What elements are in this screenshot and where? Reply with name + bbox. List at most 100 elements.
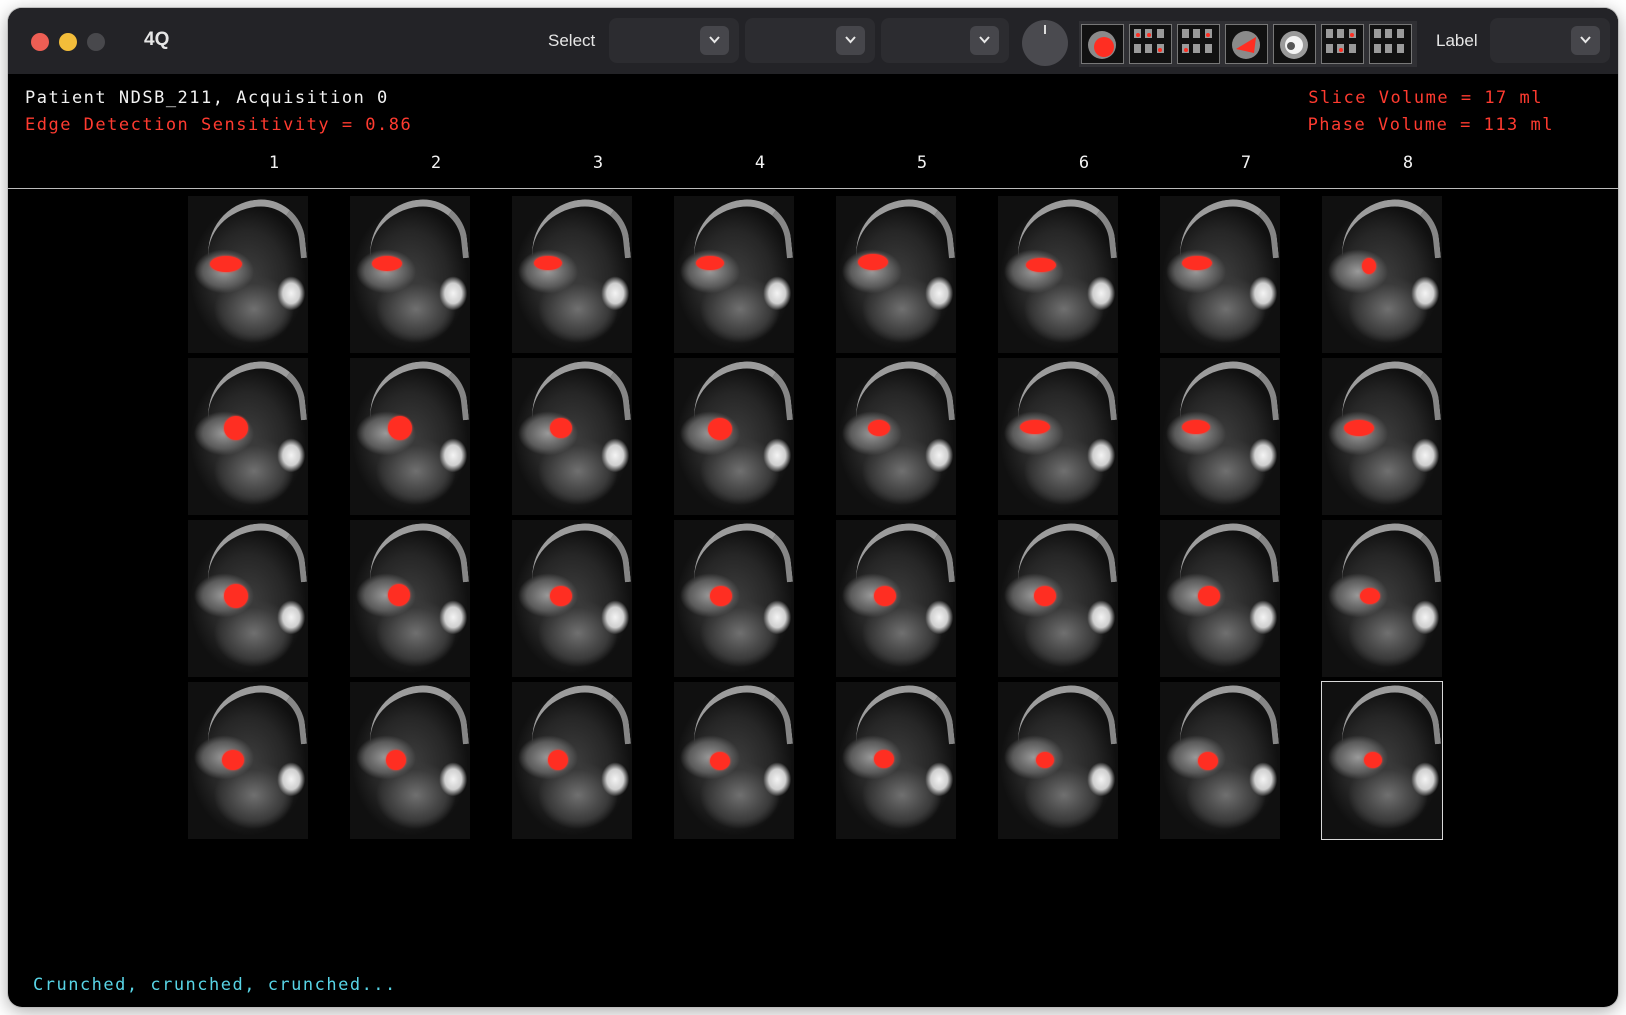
mri-slice-image[interactable] [512,682,632,839]
mri-slice-image[interactable] [1160,682,1280,839]
column-header: 3 [592,153,604,173]
mri-slice-image[interactable] [1321,681,1443,840]
column-header: 4 [754,153,766,173]
mri-slice-image[interactable] [998,196,1118,353]
slice-volume: Slice Volume = 17 ml [1308,88,1543,108]
column-header: 2 [430,153,442,173]
mri-slice-image[interactable] [350,358,470,515]
segmentation-overlay [534,256,562,270]
segmentation-overlay [1036,752,1054,768]
segmentation-overlay [550,586,572,606]
mri-slice-image[interactable] [1322,358,1442,515]
mri-slice-image[interactable] [1160,358,1280,515]
segmentation-overlay [708,418,732,440]
thumb-heart-white[interactable] [1273,24,1316,64]
phase-volume: Phase Volume = 113 ml [1307,115,1554,135]
zoom-button[interactable] [87,33,105,51]
mri-slice-image[interactable] [1322,520,1442,677]
app-title: 4Q [144,29,170,50]
column-header: 7 [1240,153,1252,173]
thumb-heart-red[interactable] [1081,24,1124,64]
column-header: 6 [1078,153,1090,173]
select-dropdown-3[interactable] [881,18,1009,63]
mri-slice-image[interactable] [674,682,794,839]
mri-slice-image[interactable] [350,682,470,839]
segmentation-overlay [388,416,412,440]
mri-slice-image[interactable] [674,358,794,515]
segmentation-overlay [1182,420,1210,434]
mri-slice-image[interactable] [1160,196,1280,353]
thumb-heart-red[interactable] [1225,24,1268,64]
sensitivity-info: Edge Detection Sensitivity = 0.86 [25,115,413,135]
segmentation-overlay [1026,258,1056,272]
label-dropdown[interactable] [1490,18,1610,63]
thumbnail-strip [1079,21,1417,67]
mri-slice-image[interactable] [998,358,1118,515]
segmentation-overlay [1182,256,1212,270]
column-header: 5 [916,153,928,173]
app-window: 4Q Select Label Patient NDSB_211, Acquis… [8,8,1618,1007]
select-dropdown-1[interactable] [609,18,739,63]
mri-slice-image[interactable] [998,682,1118,839]
chevron-down-icon [700,26,729,55]
thumb-grid[interactable] [1129,24,1172,64]
segmentation-overlay [386,750,406,770]
close-button[interactable] [31,33,49,51]
label-label: Label [1436,31,1478,50]
thumb-grid[interactable] [1177,24,1220,64]
mri-slice-image[interactable] [836,520,956,677]
mri-slice-image[interactable] [350,196,470,353]
segmentation-overlay [1364,752,1382,768]
segmentation-overlay [372,256,402,271]
chevron-down-icon [836,26,865,55]
segmentation-overlay [1034,586,1056,606]
mri-slice-image[interactable] [998,520,1118,677]
segmentation-overlay [710,752,730,770]
segmentation-overlay [550,418,572,438]
status-message: Crunched, crunched, crunched... [33,975,397,995]
segmentation-overlay [710,586,732,606]
mri-slice-image[interactable] [188,196,308,353]
segmentation-overlay [1198,752,1218,770]
segmentation-overlay [224,416,248,440]
segmentation-overlay [1198,586,1220,606]
mri-slice-image[interactable] [1160,520,1280,677]
knob-indicator [1044,25,1046,34]
mri-slice-image[interactable] [836,358,956,515]
column-header: 8 [1402,153,1414,173]
mri-slice-image[interactable] [674,520,794,677]
select-label: Select [548,31,596,50]
segmentation-overlay [1360,588,1380,604]
mri-slice-image[interactable] [188,358,308,515]
mri-slice-image[interactable] [188,682,308,839]
header-divider [8,188,1618,189]
mri-slice-image[interactable] [1322,196,1442,353]
segmentation-overlay [210,256,242,272]
mri-slice-image[interactable] [188,520,308,677]
mri-slice-image[interactable] [674,196,794,353]
title-bar: 4Q Select Label [8,8,1618,74]
segmentation-overlay [874,586,896,606]
segmentation-overlay [868,420,890,436]
mri-slice-image[interactable] [836,196,956,353]
segmentation-overlay [1362,258,1376,274]
mri-slice-image[interactable] [512,358,632,515]
thumb-grid[interactable] [1369,24,1412,64]
column-header: 1 [268,153,280,173]
chevron-down-icon [970,26,999,55]
chevron-down-icon [1571,26,1600,55]
rotation-knob[interactable] [1022,20,1068,66]
segmentation-overlay [388,584,410,606]
segmentation-overlay [874,750,894,768]
mri-slice-image[interactable] [350,520,470,677]
thumb-grid[interactable] [1321,24,1364,64]
mri-slice-image[interactable] [836,682,956,839]
segmentation-overlay [224,584,248,608]
select-dropdown-2[interactable] [745,18,875,63]
segmentation-overlay [548,750,568,770]
segmentation-overlay [696,256,724,270]
mri-slice-image[interactable] [512,520,632,677]
patient-info: Patient NDSB_211, Acquisition 0 [25,88,389,108]
mri-slice-image[interactable] [512,196,632,353]
minimize-button[interactable] [59,33,77,51]
